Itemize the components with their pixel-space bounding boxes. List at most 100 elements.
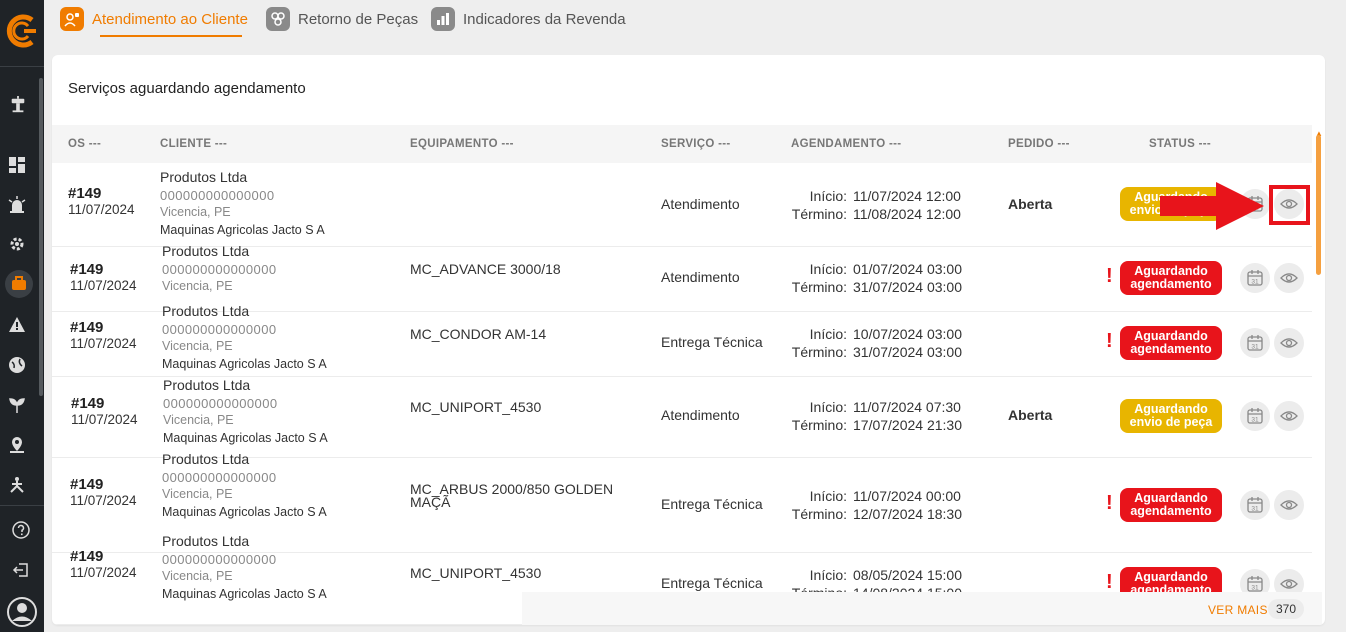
equipment-cell: MC_UNIPORT_4530 — [410, 399, 542, 415]
schedule-cell: Início: 01/07/2024 03:00 Término: 31/07/20… — [785, 260, 962, 296]
start-datetime: 08/05/2024 15:00 — [853, 567, 962, 583]
end-label: Término: — [791, 279, 847, 295]
schedule-calendar-button[interactable]: 31 — [1240, 328, 1270, 358]
table-row[interactable]: #149 11/07/2024 Produtos Ltda 0000000000… — [52, 377, 1312, 458]
os-date: 11/07/2024 — [70, 336, 137, 351]
order-cell: Aberta — [1008, 196, 1053, 212]
table-scrollbar[interactable] — [1316, 135, 1321, 275]
client-cell: Produtos Ltda 000000000000000 Vicencia, … — [163, 377, 328, 447]
calendar-icon: 31 — [1246, 575, 1264, 593]
column-header-os[interactable]: OS --- — [68, 138, 101, 150]
globe-icon[interactable] — [8, 356, 26, 374]
client-dealer: Maquinas Agricolas Jacto S A — [162, 504, 327, 519]
os-cell: #149 11/07/2024 — [70, 261, 137, 293]
tab-label: Indicadores da Revenda — [463, 10, 626, 28]
table-header: OS --- CLIENTE --- EQUIPAMENTO --- SERVI… — [52, 125, 1312, 163]
svg-text:31: 31 — [1251, 279, 1259, 286]
end-label: Término: — [791, 417, 847, 433]
tab-indicadores[interactable]: Indicadores da Revenda — [431, 4, 626, 34]
client-cell: Produtos Ltda 000000000000000 Vicencia, … — [162, 243, 276, 296]
end-datetime: 31/07/2024 03:00 — [853, 279, 962, 295]
status-badge: Aguardando agendamento — [1120, 488, 1222, 522]
client-name: Produtos Ltda — [162, 451, 250, 467]
column-header-servico[interactable]: SERVIÇO --- — [661, 138, 731, 150]
start-label: Início: — [809, 261, 847, 277]
eye-icon — [1280, 269, 1298, 287]
client-name: Produtos Ltda — [162, 533, 250, 549]
client-name: Produtos Ltda — [162, 303, 250, 319]
view-details-button[interactable] — [1274, 401, 1304, 431]
os-number: #149 — [68, 185, 102, 202]
start-datetime: 11/07/2024 00:00 — [853, 488, 961, 504]
settings-gear-icon[interactable] — [8, 235, 26, 253]
alarm-icon[interactable] — [8, 196, 26, 214]
sidebar — [0, 0, 44, 632]
warning-icon[interactable] — [8, 316, 26, 334]
tab-bar: Atendimento ao Cliente Retorno de Peças … — [44, 0, 1346, 38]
start-label: Início: — [809, 488, 847, 504]
schedule-calendar-button[interactable]: 31 — [1240, 263, 1270, 293]
column-header-equipamento[interactable]: EQUIPAMENTO --- — [410, 138, 514, 150]
os-date: 11/07/2024 — [71, 412, 138, 427]
red-highlight-box — [1269, 185, 1310, 225]
service-cell: Entrega Técnica — [661, 334, 763, 350]
status-badge: Aguardando agendamento — [1120, 261, 1222, 295]
bar-chart-icon — [431, 7, 455, 31]
client-city: Vicencia, PE — [160, 205, 231, 219]
red-arrow-annotation — [1160, 182, 1264, 230]
view-details-button[interactable] — [1274, 490, 1304, 520]
schedule-cell: Início: 11/07/2024 07:30 Término: 17/07/20… — [785, 398, 962, 434]
client-document: 000000000000000 — [162, 551, 277, 567]
total-count-badge: 370 — [1268, 599, 1304, 619]
app-logo-icon[interactable] — [6, 14, 38, 48]
table-row[interactable]: #149 11/07/2024 Produtos Ltda 0000000000… — [52, 303, 1312, 377]
plant-icon[interactable] — [8, 396, 26, 414]
column-header-pedido[interactable]: PEDIDO --- — [1008, 138, 1070, 150]
active-tab-indicator — [100, 35, 242, 37]
end-datetime: 17/07/2024 21:30 — [853, 417, 962, 433]
wrench-services-icon[interactable] — [10, 275, 28, 293]
tab-label: Atendimento ao Cliente — [92, 10, 248, 28]
user-avatar-icon[interactable] — [6, 596, 38, 628]
schedule-calendar-button[interactable]: 31 — [1240, 490, 1270, 520]
customer-service-icon — [60, 7, 84, 31]
client-document: 000000000000000 — [162, 321, 277, 337]
client-dealer: Maquinas Agricolas Jacto S A — [162, 586, 327, 601]
sidebar-divider-bottom — [0, 505, 44, 506]
client-name: Produtos Ltda — [163, 377, 251, 393]
schedule-calendar-button[interactable]: 31 — [1240, 401, 1270, 431]
person-network-icon[interactable] — [8, 476, 26, 494]
column-header-agendamento[interactable]: AGENDAMENTO --- — [791, 138, 901, 150]
help-icon[interactable] — [12, 521, 30, 539]
table-row[interactable]: #149 11/07/2024 Produtos Ltda 0000000000… — [52, 165, 1312, 247]
start-datetime: 11/07/2024 12:00 — [853, 188, 961, 204]
ver-mais-link[interactable]: VER MAIS — [1208, 603, 1268, 617]
view-details-button[interactable] — [1274, 328, 1304, 358]
end-label: Término: — [791, 344, 847, 360]
equipment-cell: MC_ADVANCE 3000/18 — [410, 261, 561, 277]
tab-retorno-pecas[interactable]: Retorno de Peças — [266, 4, 418, 34]
eye-icon — [1280, 407, 1298, 425]
end-datetime: 11/08/2024 12:00 — [853, 206, 961, 222]
sidebar-scrollbar[interactable] — [39, 78, 43, 396]
service-cell: Entrega Técnica — [661, 496, 763, 512]
dashboard-icon[interactable] — [8, 156, 26, 174]
client-document: 000000000000000 — [160, 187, 275, 203]
control-tower-icon[interactable] — [8, 95, 28, 115]
view-details-button[interactable] — [1274, 263, 1304, 293]
client-cell: Produtos Ltda 000000000000000 Vicencia, … — [162, 451, 327, 521]
os-number: #149 — [71, 395, 105, 412]
location-pin-icon[interactable] — [8, 436, 26, 454]
logout-icon[interactable] — [12, 561, 30, 579]
os-date: 11/07/2024 — [70, 493, 137, 508]
column-header-cliente[interactable]: CLIENTE --- — [160, 138, 227, 150]
eye-icon — [1280, 334, 1298, 352]
service-cell: Entrega Técnica — [661, 575, 763, 591]
end-datetime: 31/07/2024 03:00 — [853, 344, 962, 360]
tab-atendimento[interactable]: Atendimento ao Cliente — [60, 4, 248, 34]
column-header-status[interactable]: STATUS --- — [1149, 138, 1211, 150]
calendar-icon: 31 — [1246, 269, 1264, 287]
alert-mark: ! — [1106, 492, 1113, 514]
eye-icon — [1280, 575, 1298, 593]
client-city: Vicencia, PE — [163, 413, 234, 427]
